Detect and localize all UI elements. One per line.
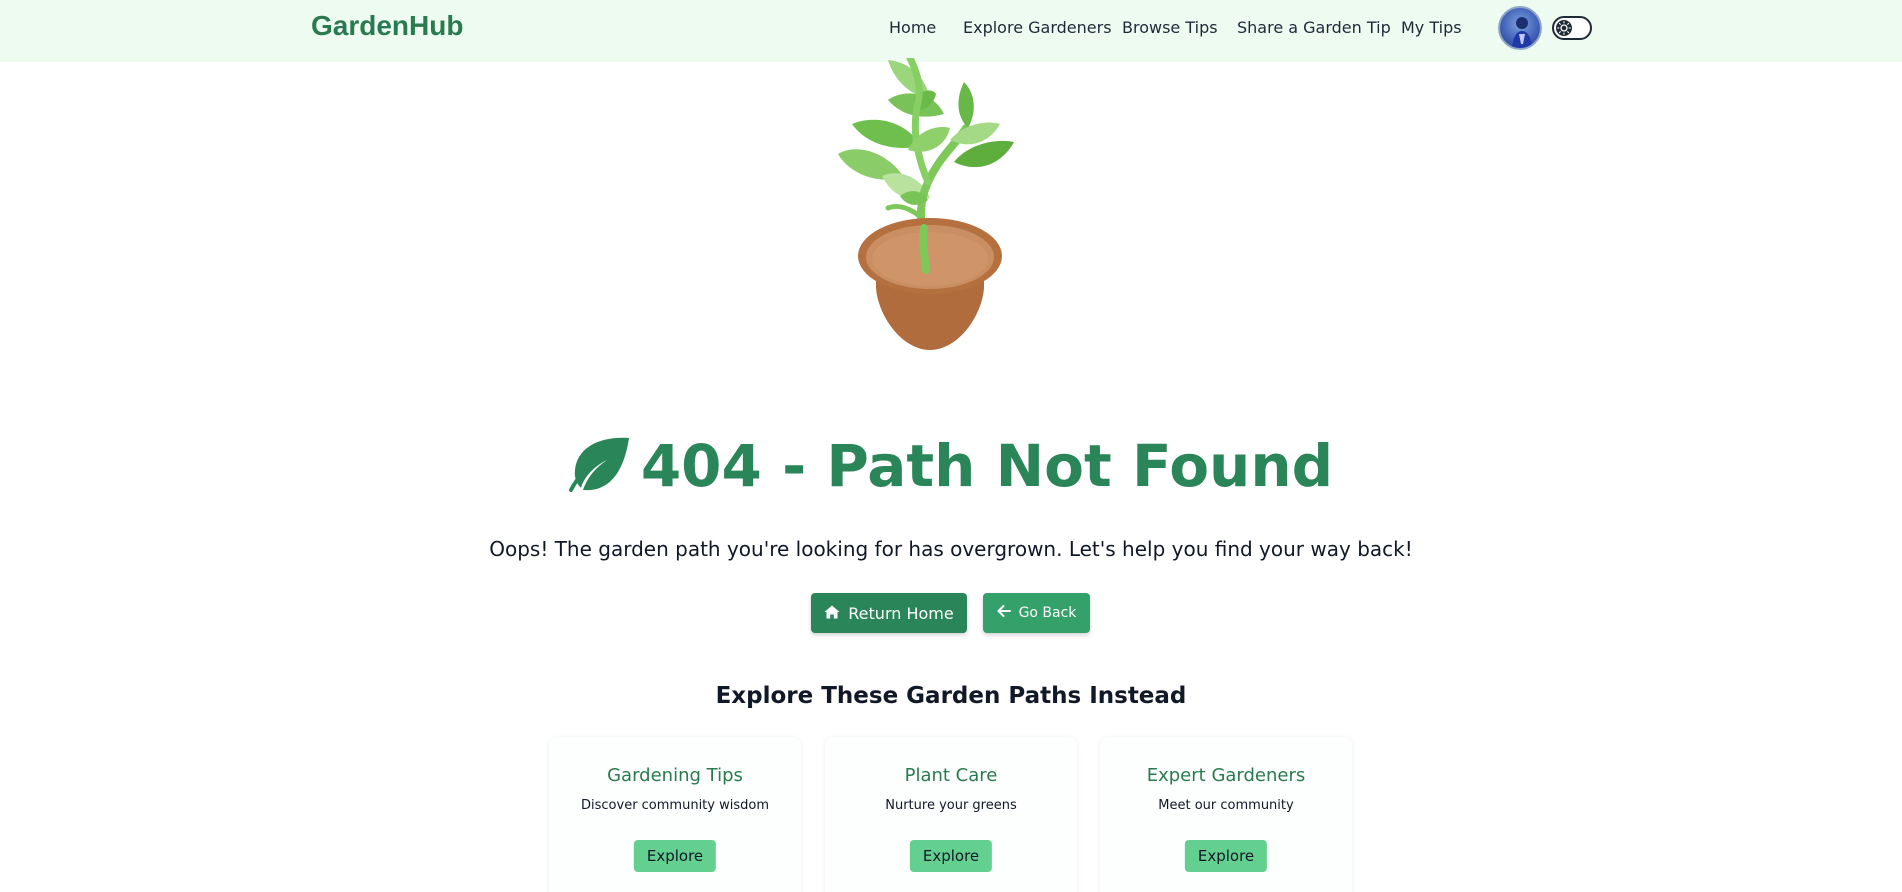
nav-link-share-tip[interactable]: Share a Garden Tip (1237, 18, 1391, 37)
theme-toggle-icon (1556, 20, 1572, 36)
nav-link-browse-tips[interactable]: Browse Tips (1122, 18, 1218, 37)
go-back-label: Go Back (1018, 605, 1077, 621)
card-description: Discover community wisdom (581, 798, 769, 813)
avatar-person-icon (1512, 17, 1532, 48)
card-description: Meet our community (1158, 798, 1294, 813)
user-avatar[interactable] (1498, 6, 1542, 50)
error-heading-text: 404 - Path Not Found (640, 432, 1334, 500)
card-title: Gardening Tips (607, 765, 743, 786)
theme-toggle[interactable] (1552, 16, 1592, 40)
nav-link-explore-gardeners[interactable]: Explore Gardeners (963, 18, 1112, 37)
explore-button[interactable]: Explore (1184, 840, 1268, 872)
error-heading: 404 - Path Not Found (0, 432, 1902, 506)
brand-logo[interactable]: GardenHub (311, 10, 463, 42)
nav-link-home[interactable]: Home (889, 18, 936, 37)
card-title: Expert Gardeners (1146, 765, 1306, 786)
nav-link-my-tips[interactable]: My Tips (1401, 18, 1462, 37)
explore-card-expert-gardeners: Expert Gardeners Meet our community Expl… (1100, 737, 1352, 892)
card-description: Nurture your greens (885, 798, 1017, 813)
return-home-label: Return Home (848, 603, 954, 623)
leaf-icon (568, 436, 631, 506)
home-icon (824, 604, 840, 623)
potted-plant-illustration (838, 58, 1014, 350)
explore-card-gardening-tips: Gardening Tips Discover community wisdom… (549, 737, 801, 892)
card-title: Plant Care (904, 765, 998, 786)
explore-button[interactable]: Explore (909, 840, 993, 872)
explore-button[interactable]: Explore (633, 840, 717, 872)
explore-card-plant-care: Plant Care Nurture your greens Explore (825, 737, 1077, 892)
explore-section-title: Explore These Garden Paths Instead (715, 683, 1187, 709)
error-message: Oops! The garden path you're looking for… (489, 537, 1413, 561)
arrow-left-icon (997, 605, 1011, 621)
navbar: GardenHub Home Explore Gardeners Browse … (0, 0, 1902, 62)
return-home-button[interactable]: Return Home (811, 593, 967, 633)
go-back-button[interactable]: Go Back (983, 593, 1090, 633)
